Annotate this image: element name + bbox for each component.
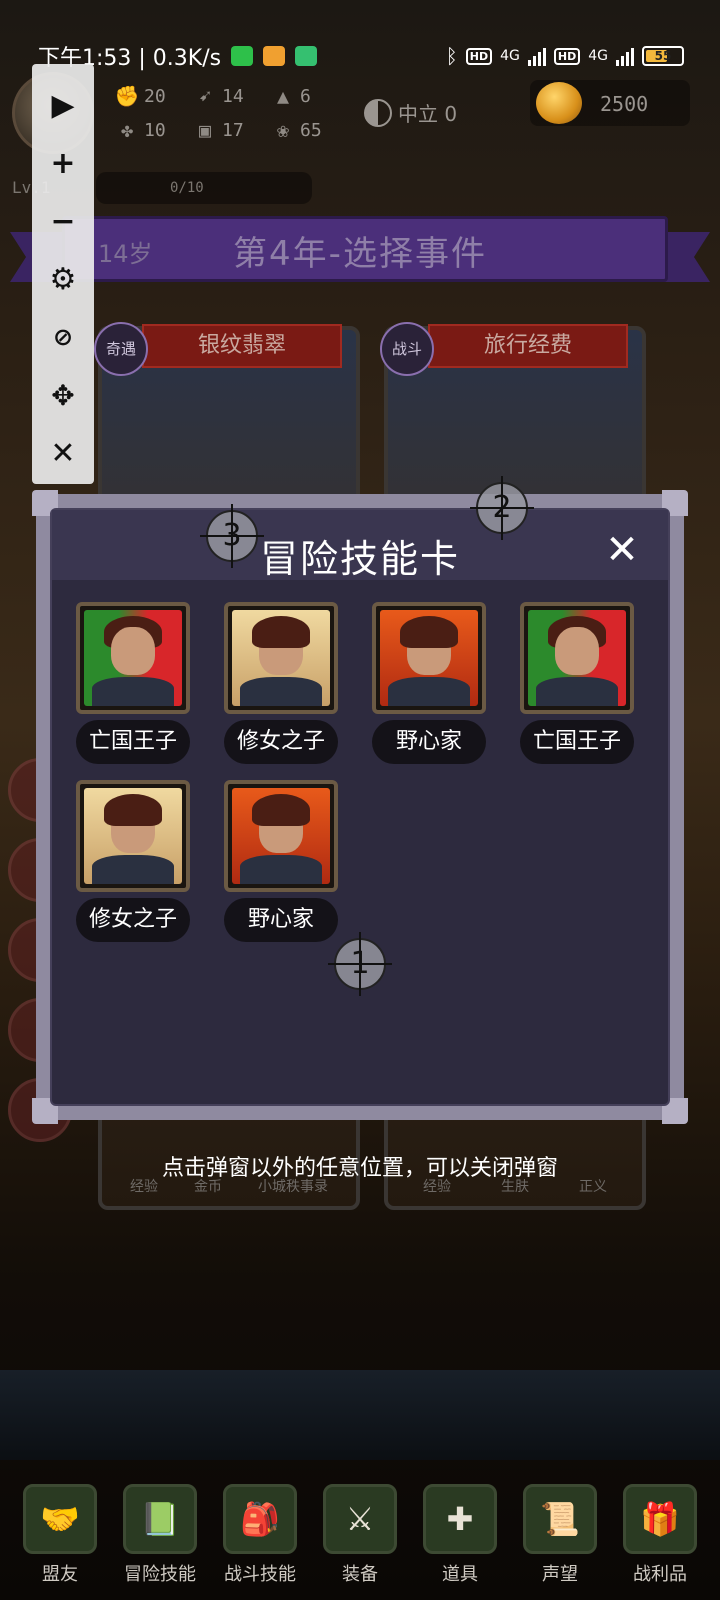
xp-value: 0/10 [170, 180, 204, 196]
yin-yang-icon [364, 98, 392, 127]
app-notification-icon [295, 46, 318, 66]
chest-icon: 🎁 [623, 1484, 697, 1554]
battery-level: 55 [654, 49, 672, 63]
skill-card[interactable]: 修女之子 [74, 780, 192, 942]
skill-portrait-frame [372, 602, 486, 714]
lotus-icon: ❀ [276, 118, 290, 142]
skill-card[interactable]: 野心家 [222, 780, 340, 942]
stat-spirit: ❀ 65 [270, 118, 322, 142]
bluetooth-icon: ᛒ [445, 44, 458, 68]
signal-icon [527, 46, 546, 66]
floating-control-panel: ▶ + − ⚙ ⊘ ✥ ✕ [32, 64, 94, 484]
skill-card-modal: 冒险技能卡 ✕ 亡国王子 修女之子 野心家 亡国王子 修女之子 野心家 [32, 490, 688, 1124]
gear-icon[interactable]: ⚙ [39, 250, 87, 308]
gold-value: 2500 [600, 92, 649, 116]
boot-icon: ➹ [198, 84, 212, 108]
eye-off-icon[interactable]: ⊘ [39, 308, 87, 366]
network-type-2: 4G [588, 48, 608, 64]
skill-portrait-frame [224, 780, 338, 892]
close-icon[interactable]: ✕ [39, 424, 87, 482]
wechat-icon [231, 46, 254, 66]
nav-equipment[interactable]: ⚔ 装备 [314, 1470, 406, 1600]
book-icon: 📗 [123, 1484, 197, 1554]
stat-defense: ▣ 17 [192, 118, 244, 142]
crosshair-marker-1: 1 [328, 932, 392, 996]
close-icon[interactable]: ✕ [594, 522, 650, 578]
alignment: 中立 0 [364, 98, 457, 127]
event-card-title: 银纹翡翠 [142, 324, 342, 368]
skill-name: 亡国王子 [520, 720, 634, 764]
sea-strip [0, 1370, 720, 1460]
xp-bar [96, 172, 312, 204]
gold-coin-icon [536, 82, 582, 124]
signal-icon-2 [616, 46, 634, 66]
move-icon[interactable]: ✥ [39, 366, 87, 424]
scroll-icon: 📜 [523, 1484, 597, 1554]
nav-battle-skills[interactable]: 🎒 战斗技能 [214, 1470, 306, 1600]
skill-name: 修女之子 [224, 720, 338, 764]
nav-reputation[interactable]: 📜 声望 [514, 1470, 606, 1600]
network-type-1: 4G [500, 48, 520, 64]
swords-icon: ⚔ [323, 1484, 397, 1554]
skill-portrait-frame [520, 602, 634, 714]
crosshair-marker-2: 2 [470, 476, 534, 540]
nav-loot[interactable]: 🎁 战利品 [614, 1470, 706, 1600]
stat-strength: ✊ 20 [114, 84, 166, 108]
prince-portrait [528, 610, 626, 706]
stat-luck: ✤ 10 [114, 118, 166, 142]
clover-icon: ✤ [120, 118, 134, 142]
event-card-title: 旅行经费 [428, 324, 628, 368]
armor-icon: ▣ [198, 118, 212, 142]
nav-allies[interactable]: 🤝 盟友 [14, 1470, 106, 1600]
skill-card[interactable]: 亡国王子 [518, 602, 636, 764]
banner-title: 第4年-选择事件 [233, 234, 487, 274]
fist-icon: ✊ [114, 84, 140, 108]
battery-icon: 55 [642, 46, 684, 66]
skill-portrait-frame [76, 780, 190, 892]
skill-portrait-frame [224, 602, 338, 714]
amulet-icon: ✚ [423, 1484, 497, 1554]
skill-name: 修女之子 [76, 898, 190, 942]
modal-title: 冒险技能卡 [259, 537, 460, 581]
skill-name: 亡国王子 [76, 720, 190, 764]
status-bar: 下午1:53 | 0.3K/s ᛒ HD 4G HD 4G 55 [0, 0, 720, 84]
skill-card[interactable]: 修女之子 [222, 602, 340, 764]
nun-son-portrait [84, 788, 182, 884]
handshake-icon: 🤝 [23, 1484, 97, 1554]
bottom-nav: 🤝 盟友 📗 冒险技能 🎒 战斗技能 ⚔ 装备 ✚ 道具 📜 声望 🎁 战利品 [0, 1470, 720, 1600]
minus-icon[interactable]: − [39, 192, 87, 250]
skill-card[interactable]: 亡国王子 [74, 602, 192, 764]
nun-son-portrait [232, 610, 330, 706]
nav-adventure-skills[interactable]: 📗 冒险技能 [114, 1470, 206, 1600]
hd-icon-2: HD [553, 47, 581, 65]
event-card-tag: 奇遇 [94, 322, 148, 376]
nav-items[interactable]: ✚ 道具 [414, 1470, 506, 1600]
stat-magic: ▲ 6 [270, 84, 311, 108]
crosshair-marker-3: 3 [200, 504, 264, 568]
skill-card[interactable]: 野心家 [370, 602, 488, 764]
skill-portrait-frame [76, 602, 190, 714]
skill-name: 野心家 [372, 720, 486, 764]
play-icon[interactable]: ▶ [39, 76, 87, 134]
message-icon [263, 46, 286, 66]
close-hint: 点击弹窗以外的任意位置，可以关闭弹窗 [161, 1156, 558, 1181]
wizard-hat-icon: ▲ [276, 84, 290, 108]
backpack-icon: 🎒 [223, 1484, 297, 1554]
ambitious-portrait [380, 610, 478, 706]
prince-portrait [84, 610, 182, 706]
alignment-value: 中立 0 [398, 102, 458, 126]
ambitious-portrait [232, 788, 330, 884]
modal-body: 冒险技能卡 ✕ 亡国王子 修女之子 野心家 亡国王子 修女之子 野心家 [50, 508, 670, 1106]
stat-agility: ➹ 14 [192, 84, 244, 108]
skill-name: 野心家 [224, 898, 338, 942]
plus-icon[interactable]: + [39, 134, 87, 192]
year-banner: 14岁 第4年-选择事件 [10, 212, 710, 292]
hd-icon: HD [465, 47, 493, 65]
event-card-tag: 战斗 [380, 322, 434, 376]
